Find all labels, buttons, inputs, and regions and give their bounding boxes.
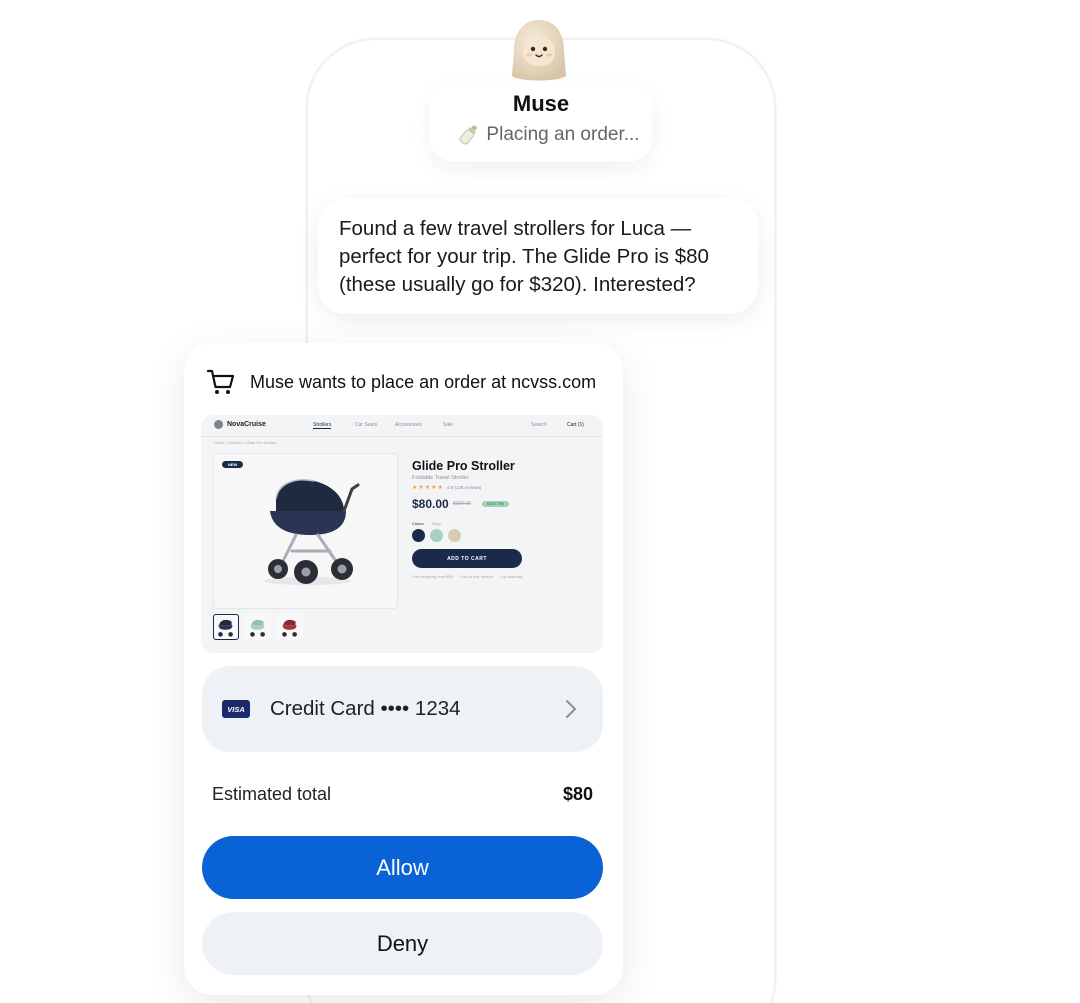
chevron-right-icon	[566, 700, 576, 718]
add-to-cart-button[interactable]: ADD TO CART	[412, 549, 522, 568]
product-details: Glide Pro Stroller Foldable Travel Strol…	[412, 459, 523, 579]
estimated-total-label: Estimated total	[212, 784, 332, 804]
deny-button[interactable]: Deny	[202, 912, 603, 975]
note-warranty: 2-yr warranty	[499, 574, 524, 579]
baby-bottle-icon	[459, 125, 478, 145]
payment-method-row[interactable]: VISA Credit Card •••• 1234	[202, 666, 603, 752]
swatch-sand[interactable]	[448, 529, 461, 542]
store-preview: NovaCruise Strollers Car Seats Accessori…	[201, 415, 603, 653]
product-title: Glide Pro Stroller	[412, 459, 515, 473]
store-nav: NovaCruise Strollers Car Seats Accessori…	[201, 415, 603, 437]
stroller-thumb-icon	[218, 619, 233, 637]
stroller-thumb-icon	[250, 619, 265, 637]
product-price: $80.00	[412, 497, 449, 511]
swatch-sage[interactable]	[430, 529, 443, 542]
rating-stars: ★★★★★	[412, 485, 444, 491]
product-image: NEW	[213, 453, 398, 609]
agent-name: Muse	[512, 91, 570, 116]
muse-avatar	[512, 20, 566, 81]
payment-method-label: Credit Card •••• 1234	[270, 697, 461, 720]
store-breadcrumb: Home / Strollers / Glide Pro Stroller	[214, 440, 277, 445]
store-nav-accessories[interactable]: Accessories	[395, 422, 422, 428]
rating-text: 4.8 (128 reviews)	[446, 485, 482, 490]
product-subtitle: Foldable Travel Stroller	[412, 475, 469, 481]
note-fold: Fold in one motion	[459, 574, 493, 579]
new-badge: NEW	[222, 461, 244, 468]
product-old-price: $320.00	[452, 501, 471, 507]
thumbnail-navy[interactable]	[213, 614, 239, 640]
assistant-message: Found a few travel strollers for Luca — …	[318, 198, 758, 314]
card-header: Muse wants to place an order at ncvss.co…	[206, 368, 596, 396]
colour-label: Colour	[412, 521, 424, 526]
agent-status: Placing an order...	[446, 123, 652, 147]
store-search-link[interactable]: Search	[531, 422, 547, 428]
order-permission-card: Muse wants to place an order at ncvss.co…	[184, 343, 623, 995]
colour-value: Navy	[431, 521, 441, 526]
thumbnail-burgundy[interactable]	[277, 614, 303, 640]
shopping-cart-icon	[206, 369, 235, 394]
store-nav-sale[interactable]: Sale	[443, 422, 453, 428]
store-nav-car-seats[interactable]: Car Seats	[355, 422, 377, 428]
note-shipping: Free shipping over $50	[412, 574, 453, 579]
colour-swatches	[412, 529, 523, 542]
store-nav-strollers[interactable]: Strollers	[313, 422, 332, 429]
card-title: Muse wants to place an order at ncvss.co…	[250, 371, 597, 392]
product-thumbnails	[213, 614, 303, 640]
agent-status-text: Placing an order...	[486, 124, 640, 145]
stroller-image	[264, 479, 360, 585]
product-rating: ★★★★★ 4.8 (128 reviews)	[412, 484, 523, 491]
store-name: NovaCruise	[227, 421, 266, 428]
estimated-total-value: $80	[562, 784, 593, 804]
save-badge: SAVE 75%	[481, 501, 509, 507]
visa-card-icon: VISA	[222, 700, 250, 718]
agent-status-card: Muse Placing an order...	[430, 82, 652, 162]
thumbnail-sage[interactable]	[245, 614, 271, 640]
colour-label-row: Colour Navy	[412, 521, 523, 526]
swatch-navy[interactable]	[412, 529, 425, 542]
price-row: $80.00 $320.00 SAVE 75%	[412, 497, 523, 511]
store-cart-link[interactable]: Cart (1)	[567, 422, 584, 428]
stroller-thumb-icon	[282, 619, 297, 637]
allow-button[interactable]: Allow	[202, 836, 603, 899]
store-logo-icon	[214, 420, 223, 429]
product-notes: Free shipping over $50 Fold in one motio…	[412, 574, 523, 579]
store-logo: NovaCruise	[214, 420, 266, 429]
